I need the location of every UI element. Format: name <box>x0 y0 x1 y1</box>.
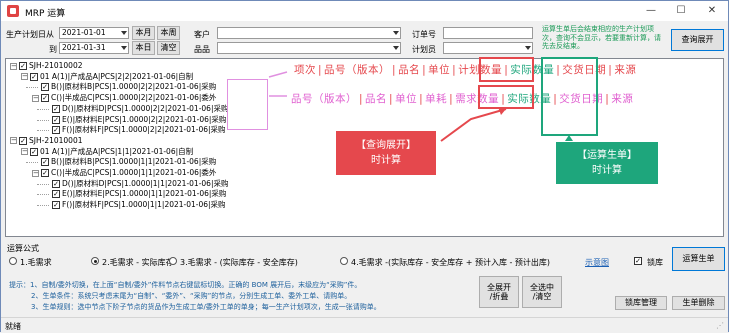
formula-radio-4[interactable] <box>340 257 348 265</box>
run-order-callout: 【运算生单】 时计算 <box>556 142 658 184</box>
expand-collapse-button[interactable]: 全展开 /折叠 <box>479 276 519 308</box>
green-arrow-head <box>565 135 573 141</box>
formula-title: 运算公式 <box>7 244 39 253</box>
lock-checkbox[interactable]: ✓ <box>634 257 642 265</box>
formula-radio-3[interactable] <box>169 257 177 265</box>
query-expand-callout: 【查询展开】 时计算 <box>336 131 436 175</box>
lock-label: 锁库 <box>647 258 663 267</box>
diagram-link[interactable]: 示意图 <box>585 257 609 268</box>
delete-order-button[interactable]: 生单删除 <box>672 296 725 310</box>
tip-line-2: 2、生单条件：系统只考虑末尾为“自制”、“委外”、“采购”的节点，分别生成工单、… <box>31 292 352 300</box>
run-order-button[interactable]: 运算生单 <box>672 247 725 271</box>
formula-option-label: 2.毛需求 - 实际库存 <box>102 258 174 267</box>
select-all-button[interactable]: 全选中 /清空 <box>522 276 562 308</box>
lock-manage-button[interactable]: 锁库管理 <box>615 296 667 310</box>
formula-option-label: 4.毛需求 -(实际库存 - 安全库存 + 预计入库 - 预计出库) <box>351 258 551 267</box>
formula-radio-2[interactable] <box>91 257 99 265</box>
formula-option-label: 1.毛需求 <box>20 258 52 267</box>
mrp-window: MRP 运算 — ☐ ✕ 生产计划日从 2021-01-01 到 2021-01… <box>0 0 729 332</box>
status-text: 就绪 <box>5 322 21 331</box>
tip-line-1: 提示：1、自制/委外切换，在上面“自制/委外”件料节点右键鼠标切换。正确的 BO… <box>9 281 362 289</box>
connector-line <box>268 71 288 78</box>
resize-grip-icon[interactable]: ⋰ <box>716 321 724 330</box>
tip-line-3: 3、生单规则：选中节点下阶子节点的货品作为生成工单/委外工单的单身；每一生产计划… <box>31 303 381 311</box>
red-arrow <box>440 108 507 142</box>
status-bar: 就绪 ⋰ <box>1 317 728 332</box>
formula-radio-1[interactable] <box>9 257 17 265</box>
formula-option-label: 3.毛需求 - (实际库存 - 安全库存) <box>180 258 298 267</box>
